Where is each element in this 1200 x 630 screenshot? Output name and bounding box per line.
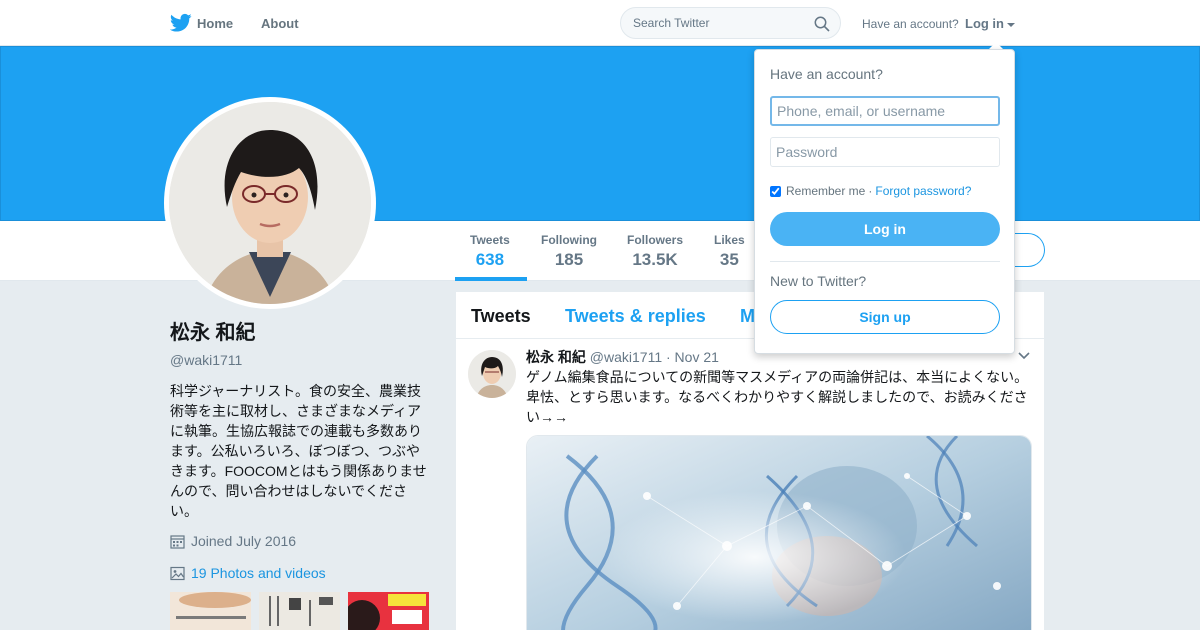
caret-down-icon <box>1007 22 1015 27</box>
stat-label: Followers <box>627 233 684 247</box>
separator-dot: · <box>868 184 873 198</box>
tweet-date[interactable]: · Nov 21 <box>666 349 719 365</box>
tweet-header: 松永 和紀 @waki1711 · Nov 21 <box>526 347 719 367</box>
stat-label: Likes <box>714 233 745 247</box>
remember-me-row: Remember me · Forgot password? <box>770 184 971 198</box>
remember-me-label[interactable]: Remember me <box>786 184 865 198</box>
search-icon[interactable] <box>814 16 830 32</box>
login-dropdown: Have an account? Remember me · Forgot pa… <box>754 49 1015 354</box>
login-dropdown-title: Have an account? <box>770 66 883 82</box>
new-to-twitter-text: New to Twitter? <box>770 273 867 289</box>
signup-button[interactable]: Sign up <box>770 300 1000 334</box>
stat-followers[interactable]: Followers 13.5K <box>627 233 683 270</box>
top-nav: Home About Have an account? Log in <box>0 0 1200 46</box>
nav-about-link[interactable]: About <box>261 16 299 31</box>
tweet-author-name[interactable]: 松永 和紀 <box>526 349 586 365</box>
twitter-bird-icon[interactable] <box>170 13 192 33</box>
remember-me-checkbox[interactable] <box>770 185 781 197</box>
tab-tweets-replies[interactable]: Tweets & replies <box>565 306 706 327</box>
photo-thumbnail[interactable] <box>170 592 251 630</box>
profile-name[interactable]: 松永 和紀 <box>170 316 432 345</box>
search-input[interactable] <box>633 16 803 30</box>
login-toggle-label: Log in <box>965 16 1004 31</box>
joined-text: Joined July 2016 <box>191 533 297 549</box>
login-dropdown-toggle[interactable]: Log in <box>965 16 1015 31</box>
stat-following[interactable]: Following 185 <box>541 233 597 270</box>
tweet-text: ゲノム編集食品についての新聞等マスメディアの両論併記は、本当によくない。卑怯、と… <box>526 369 1029 425</box>
stat-label: Tweets <box>470 233 510 247</box>
tab-tweets[interactable]: Tweets <box>471 306 531 327</box>
tweet-avatar-portrait <box>468 350 516 398</box>
profile-card: 松永 和紀 @waki1711 科学ジャーナリスト。食の安全、農業技術等を主に取… <box>170 316 432 581</box>
tab-media[interactable]: M <box>740 306 755 327</box>
stat-value: 35 <box>719 250 739 269</box>
tweet-media-image[interactable] <box>526 435 1032 630</box>
active-stat-underline <box>455 277 527 281</box>
username-input[interactable] <box>770 96 1000 126</box>
search-box[interactable] <box>620 7 841 39</box>
profile-avatar-portrait <box>169 102 371 304</box>
profile-avatar[interactable] <box>169 102 371 304</box>
tweet-avatar[interactable] <box>468 350 516 398</box>
photos-videos-link[interactable]: 19 Photos and videos <box>170 565 432 581</box>
calendar-icon <box>170 534 185 549</box>
login-button[interactable]: Log in <box>770 212 1000 246</box>
tweet-author-handle[interactable]: @waki1711 <box>590 349 662 365</box>
stat-value: 13.5K <box>632 250 678 269</box>
photo-thumbnail[interactable] <box>259 592 340 630</box>
dna-illustration <box>527 436 1031 630</box>
dropdown-divider <box>770 261 1000 262</box>
stat-tweets[interactable]: Tweets 638 <box>470 233 510 270</box>
have-account-text: Have an account? <box>862 17 959 31</box>
profile-handle[interactable]: @waki1711 <box>170 352 432 368</box>
photo-icon <box>170 566 185 580</box>
stat-likes[interactable]: Likes 35 <box>714 233 745 270</box>
password-input[interactable] <box>770 137 1000 167</box>
stat-value: 185 <box>554 250 584 269</box>
nav-home-link[interactable]: Home <box>197 16 233 31</box>
thumbnail-image <box>348 592 429 630</box>
stat-label: Following <box>541 233 597 247</box>
profile-bio: 科学ジャーナリスト。食の安全、農業技術等を主に取材し、さまざまなメディアに執筆。… <box>170 383 427 519</box>
thumbnail-image <box>259 592 340 630</box>
profile-joined: Joined July 2016 <box>170 533 432 549</box>
photo-thumbnail[interactable] <box>348 592 429 630</box>
forgot-password-link[interactable]: Forgot password? <box>875 184 971 198</box>
chevron-down-icon[interactable] <box>1018 352 1030 360</box>
stat-value: 638 <box>475 250 505 269</box>
photos-videos-label: 19 Photos and videos <box>191 565 326 581</box>
thumbnail-image <box>170 592 251 630</box>
profile-avatar-frame <box>164 97 376 309</box>
